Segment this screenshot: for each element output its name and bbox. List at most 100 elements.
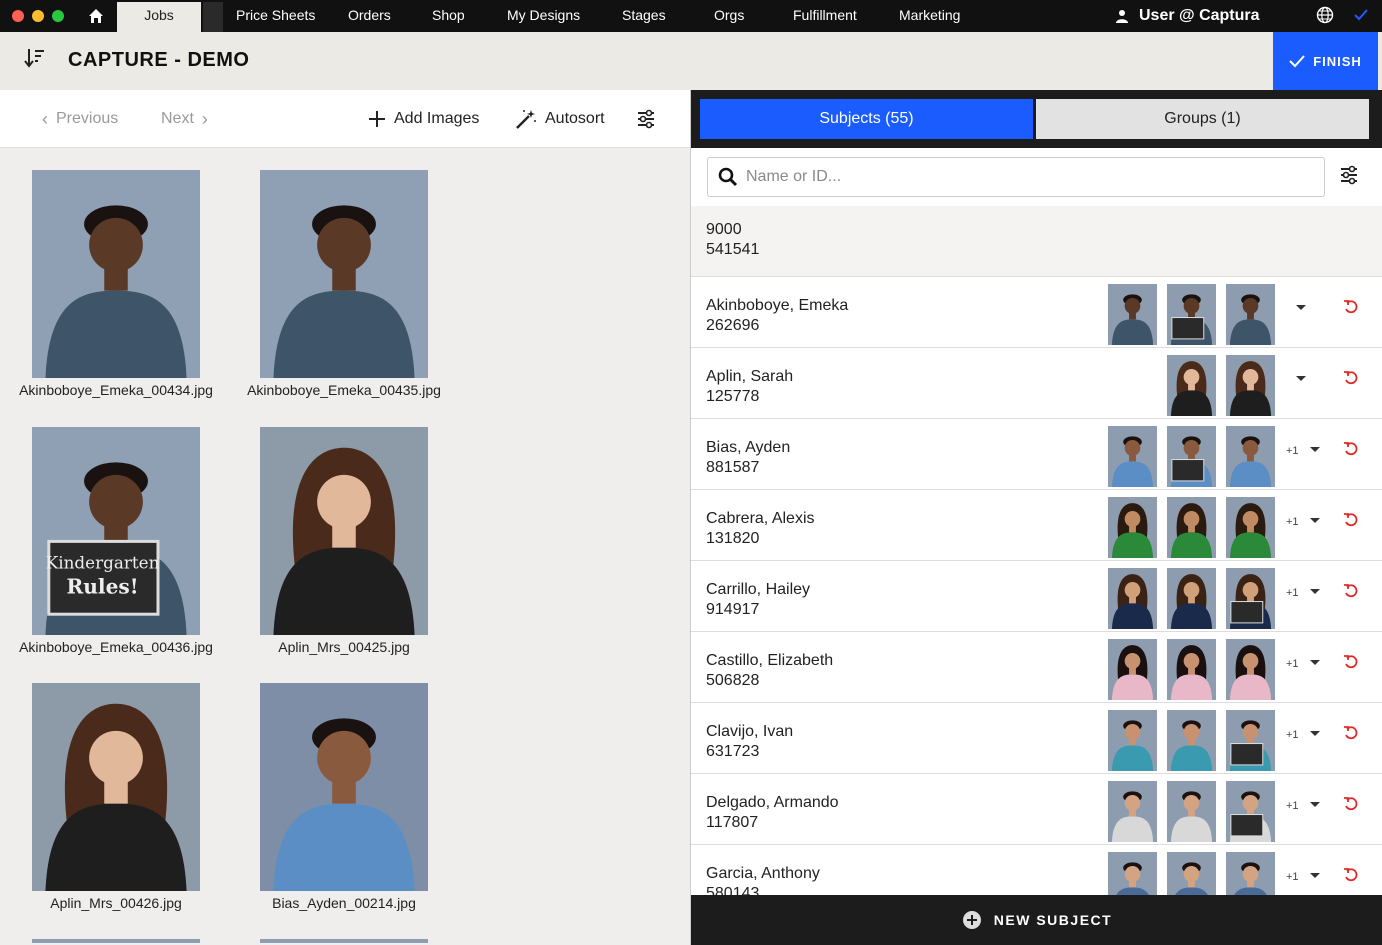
home-button[interactable]: [78, 0, 114, 32]
expand-caret-icon[interactable]: [1310, 518, 1320, 523]
expand-caret-icon[interactable]: [1296, 376, 1306, 381]
window-minimize-button[interactable]: [32, 10, 44, 22]
subject-row[interactable]: Bias, Ayden 881587 +1: [691, 419, 1382, 490]
nav-tab-jobs[interactable]: Jobs: [117, 2, 201, 32]
expand-caret-icon[interactable]: [1296, 305, 1306, 310]
gallery-image-tile[interactable]: Akinboboye_Emeka_00434.jpg: [2, 170, 230, 398]
gallery-image-tile[interactable]: Aplin_Mrs_00426.jpg: [2, 683, 230, 911]
undo-icon[interactable]: [1343, 370, 1359, 391]
subject-thumbnail[interactable]: [1108, 426, 1157, 487]
gallery-photo[interactable]: [260, 939, 428, 943]
subject-thumbnail[interactable]: [1226, 852, 1275, 895]
subject-thumbnail[interactable]: [1108, 781, 1157, 842]
gallery-image-tile[interactable]: Akinboboye_Emeka_00435.jpg: [230, 170, 458, 398]
subject-thumbnail[interactable]: [1226, 426, 1275, 487]
subject-thumbnail[interactable]: [1226, 710, 1275, 771]
subject-thumbnail[interactable]: [1108, 710, 1157, 771]
nav-item-orgs[interactable]: Orgs: [714, 0, 744, 32]
nav-item-price-sheets[interactable]: Price Sheets: [236, 0, 315, 32]
gallery-image-tile[interactable]: Aplin_Mrs_00425.jpg: [230, 427, 458, 655]
gallery-photo[interactable]: [260, 170, 428, 378]
subject-thumbnail[interactable]: [1226, 284, 1275, 345]
subject-thumbnail[interactable]: [1108, 568, 1157, 629]
expand-caret-icon[interactable]: [1310, 731, 1320, 736]
gallery-photo[interactable]: Kindergarten Rules!: [32, 427, 200, 635]
subject-thumbnail[interactable]: [1167, 284, 1216, 345]
nav-item-stages[interactable]: Stages: [622, 0, 666, 32]
add-images-button[interactable]: Add Images: [368, 90, 479, 148]
subject-thumbnail[interactable]: [1108, 284, 1157, 345]
gallery-photo[interactable]: [260, 683, 428, 891]
subject-thumbnail[interactable]: [1226, 497, 1275, 558]
gallery-image-tile[interactable]: Bias_Ayden_00214.jpg: [230, 683, 458, 911]
previous-button[interactable]: ‹ Previous: [42, 90, 118, 148]
user-menu[interactable]: User @ Captura: [1115, 0, 1260, 32]
subject-thumbnail[interactable]: [1167, 639, 1216, 700]
gallery-filename: Bias_Ayden_00214.jpg: [272, 895, 416, 911]
autosort-button[interactable]: Autosort: [515, 90, 605, 148]
subject-thumbnail[interactable]: [1167, 710, 1216, 771]
search-input[interactable]: [746, 168, 1324, 186]
undo-icon[interactable]: [1343, 796, 1359, 817]
gallery-photo[interactable]: [32, 939, 200, 943]
nav-item-my-designs[interactable]: My Designs: [507, 0, 580, 32]
expand-caret-icon[interactable]: [1310, 873, 1320, 878]
subject-thumbnail[interactable]: [1167, 497, 1216, 558]
subject-thumbnail[interactable]: [1226, 568, 1275, 629]
subject-row[interactable]: Cabrera, Alexis 131820 +1: [691, 490, 1382, 561]
gallery-photo[interactable]: [260, 427, 428, 635]
subject-row[interactable]: Carrillo, Hailey 914917 +1: [691, 561, 1382, 632]
expand-caret-icon[interactable]: [1310, 802, 1320, 807]
undo-icon[interactable]: [1343, 441, 1359, 462]
subject-thumbnail[interactable]: [1108, 639, 1157, 700]
expand-caret-icon[interactable]: [1310, 660, 1320, 665]
finish-button[interactable]: FINISH: [1273, 32, 1378, 90]
subject-row[interactable]: Akinboboye, Emeka 262696: [691, 277, 1382, 348]
window-close-button[interactable]: [12, 10, 24, 22]
subject-thumbnail[interactable]: [1226, 639, 1275, 700]
subject-thumbnail[interactable]: [1108, 497, 1157, 558]
subject-row-unassigned[interactable]: 9000 541541: [691, 206, 1382, 277]
undo-icon[interactable]: [1343, 725, 1359, 746]
undo-icon[interactable]: [1343, 654, 1359, 675]
tab-subjects[interactable]: Subjects (55): [700, 99, 1033, 139]
gallery-photo[interactable]: [32, 683, 200, 891]
sort-icon[interactable]: [22, 47, 46, 69]
subjects-panel: Subjects (55) Groups (1) 9000 541541 Aki…: [690, 90, 1382, 945]
subject-thumbnail[interactable]: [1167, 852, 1216, 895]
gallery-toolbar: ‹ Previous Next › Add Images Autosort: [0, 90, 690, 148]
nav-item-shop[interactable]: Shop: [432, 0, 465, 32]
nav-item-orders[interactable]: Orders: [348, 0, 391, 32]
window-zoom-button[interactable]: [52, 10, 64, 22]
subject-row[interactable]: Garcia, Anthony 580143 +1: [691, 845, 1382, 895]
subject-thumbnail[interactable]: [1167, 355, 1216, 416]
subject-thumbnail[interactable]: [1226, 781, 1275, 842]
gallery-filter-button[interactable]: [636, 90, 656, 148]
subject-thumbnail[interactable]: [1226, 355, 1275, 416]
gallery-image-tile[interactable]: Kindergarten Rules! Akinboboye_Emeka_0043…: [2, 427, 230, 655]
check-icon[interactable]: [1352, 6, 1370, 24]
subject-row[interactable]: Aplin, Sarah 125778: [691, 348, 1382, 419]
expand-caret-icon[interactable]: [1310, 447, 1320, 452]
new-subject-button[interactable]: NEW SUBJECT: [691, 895, 1382, 945]
page-header: CAPTURE - DEMO FINISH: [0, 32, 1382, 90]
sliders-icon[interactable]: [1339, 165, 1359, 185]
tab-groups[interactable]: Groups (1): [1036, 99, 1369, 139]
subject-thumbnail[interactable]: [1167, 781, 1216, 842]
globe-icon[interactable]: [1316, 6, 1334, 24]
nav-item-marketing[interactable]: Marketing: [899, 0, 960, 32]
subject-row[interactable]: Clavijo, Ivan 631723 +1: [691, 703, 1382, 774]
undo-icon[interactable]: [1343, 583, 1359, 604]
nav-item-fulfillment[interactable]: Fulfillment: [793, 0, 857, 32]
subject-thumbnail[interactable]: [1108, 852, 1157, 895]
subject-row[interactable]: Castillo, Elizabeth 506828 +1: [691, 632, 1382, 703]
subject-thumbnail[interactable]: [1167, 426, 1216, 487]
subject-thumbnail[interactable]: [1167, 568, 1216, 629]
next-button[interactable]: Next ›: [161, 90, 208, 148]
undo-icon[interactable]: [1343, 299, 1359, 320]
undo-icon[interactable]: [1343, 867, 1359, 888]
gallery-photo[interactable]: [32, 170, 200, 378]
expand-caret-icon[interactable]: [1310, 589, 1320, 594]
undo-icon[interactable]: [1343, 512, 1359, 533]
subject-row[interactable]: Delgado, Armando 117807 +1: [691, 774, 1382, 845]
